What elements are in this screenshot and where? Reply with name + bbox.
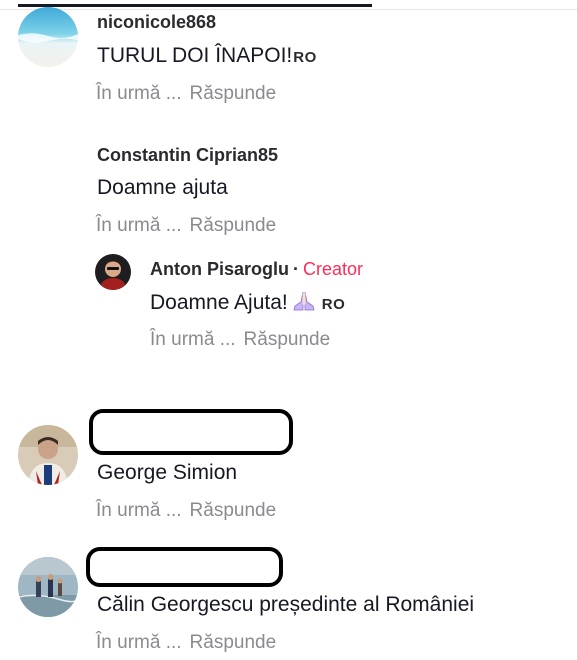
comment-meta: În urmă ... Răspunde [96, 500, 276, 522]
reply-button[interactable]: Răspunde [190, 500, 277, 521]
comment-meta: În urmă ... Răspunde [150, 329, 330, 351]
reply-button[interactable]: Răspunde [190, 632, 277, 653]
creator-badge: Creator [303, 259, 364, 279]
comment-text: TURUL DOI ÎNAPOI!RO [97, 44, 317, 68]
comment-text: Călin Georgescu președinte al României [97, 593, 474, 617]
top-divider [0, 0, 577, 10]
comment-body: George Simion [97, 461, 238, 484]
comment-username[interactable]: niconicole868 [97, 12, 216, 33]
timestamp: În urmă ... [96, 500, 182, 521]
comment-meta: În urmă ... Răspunde [96, 83, 276, 105]
avatar[interactable] [95, 254, 131, 290]
comment-body: Călin Georgescu președinte al României [97, 593, 475, 616]
timestamp: În urmă ... [150, 329, 236, 350]
avatar[interactable] [18, 425, 78, 485]
timestamp: În urmă ... [96, 83, 182, 104]
comment-body: Doamne ajuta [97, 176, 228, 199]
avatar[interactable] [18, 7, 78, 67]
comment-meta: În urmă ... Răspunde [96, 215, 276, 237]
redacted-username [89, 409, 293, 455]
reply-button[interactable]: Răspunde [190, 215, 277, 236]
comment-body: TURUL DOI ÎNAPOI! [97, 44, 293, 67]
comment-text: George Simion [97, 461, 237, 485]
comment-username[interactable]: Constantin Ciprian85 [97, 145, 278, 166]
language-tag: RO [293, 49, 317, 66]
active-tab-indicator [18, 4, 372, 7]
language-tag: RO [321, 296, 346, 313]
comment-username: Anton Pisaroglu · Creator [150, 259, 363, 280]
comment-meta: În urmă ... Răspunde [96, 632, 276, 654]
comment-body: Doamne Ajuta! [150, 291, 288, 314]
reply-username[interactable]: Anton Pisaroglu [150, 259, 289, 279]
reply-button[interactable]: Răspunde [190, 83, 277, 104]
avatar[interactable] [18, 557, 78, 617]
timestamp: În urmă ... [96, 215, 182, 236]
separator-dot: · [293, 259, 299, 279]
comment-text: Doamne ajuta [97, 176, 228, 200]
timestamp: În urmă ... [96, 632, 182, 653]
praying-hands-icon [292, 290, 316, 318]
reply-button[interactable]: Răspunde [244, 329, 331, 350]
comment-text: Doamne Ajuta! RO [150, 290, 345, 318]
redacted-username [86, 547, 283, 587]
